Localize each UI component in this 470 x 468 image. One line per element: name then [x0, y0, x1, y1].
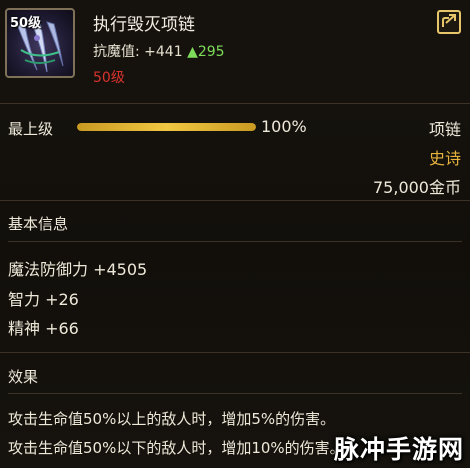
basic-info-title: 基本信息: [8, 215, 69, 233]
item-level-badge: 50级: [10, 16, 42, 31]
item-header: 50级 执行毁灭项链 抗魔值: +441 ▲295 50级: [0, 0, 470, 100]
stat-value: +441: [144, 44, 183, 60]
stat-label: 抗魔值:: [93, 44, 140, 60]
attr-intelligence: 智力 +26: [8, 290, 79, 309]
item-type: 项链: [428, 120, 461, 139]
item-price: 75,000金币: [373, 178, 461, 197]
item-stat-line: 抗魔值: +441 ▲295: [93, 41, 225, 61]
item-rarity: 史诗: [428, 149, 461, 168]
enhance-progress-text: 100%: [261, 117, 307, 136]
share-button[interactable]: [437, 10, 461, 34]
divider: [8, 241, 462, 242]
enhance-progress-bar: [77, 123, 256, 131]
effects-title: 效果: [8, 368, 39, 386]
attr-spirit: 精神 +66: [8, 319, 79, 338]
watermark: 脉冲手游网: [333, 435, 464, 464]
effect-line: 攻击生命值50%以上的敌人时，增加5%的伤害。: [8, 410, 336, 428]
share-icon: [442, 14, 456, 27]
divider: [0, 352, 470, 353]
effect-line: 攻击生命值50%以下的敌人时，增加10%的伤害。: [8, 439, 345, 457]
divider: [8, 393, 462, 394]
item-tooltip: 50级 执行毁灭项链 抗魔值: +441 ▲295 50级 最上级 100% 项…: [0, 0, 470, 468]
enhance-progress-fill: [77, 123, 256, 131]
item-name: 执行毁灭项链: [93, 15, 195, 35]
enhance-label: 最上级: [8, 120, 54, 138]
stat-up-arrow-icon: ▲: [187, 44, 198, 60]
divider: [0, 200, 470, 201]
item-icon: 50级: [5, 8, 75, 78]
attr-magic-defense: 魔法防御力 +4505: [8, 260, 148, 279]
required-level: 50级: [93, 70, 125, 86]
stat-up-value: 295: [197, 44, 225, 60]
divider: [0, 103, 470, 104]
